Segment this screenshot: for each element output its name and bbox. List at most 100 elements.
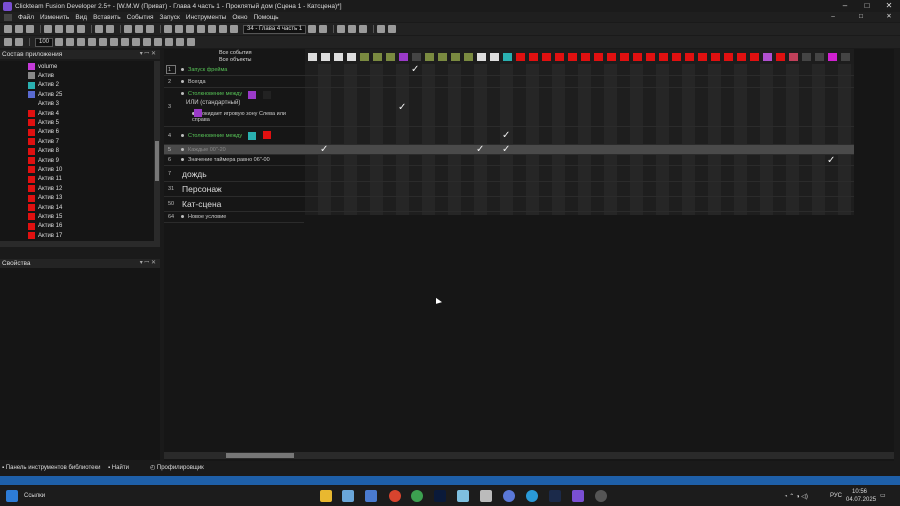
checkmark-icon[interactable]: ✓ [398,102,406,113]
event-condition[interactable]: Каждые 00"-20 [181,147,226,153]
tree-item[interactable]: Актив 12 [28,184,62,193]
clock-date[interactable]: 04.07.2025 [846,497,876,503]
tree-item[interactable]: Актив 2 [28,81,59,90]
event-editor[interactable]: Все события Все объекты 1 Запуск фрейма 2 В… [164,49,894,461]
object-column-icon[interactable] [386,53,395,61]
chrome-2-icon[interactable] [411,490,423,502]
tree-item[interactable]: Актив 10 [28,165,62,174]
horizontal-scroll-thumb[interactable] [226,453,294,458]
photoshop-icon[interactable] [434,490,446,502]
zoom-field[interactable]: 100 [35,37,54,47]
search-icon[interactable] [187,38,196,46]
fusion-icon[interactable] [572,490,584,502]
object-column-icon[interactable] [737,53,746,61]
object-column-icon[interactable] [698,53,707,61]
event-group-row[interactable]: 50 Кат-сцена [164,197,854,212]
window-icon[interactable] [348,25,357,33]
grid-icon[interactable] [219,25,227,33]
forward-icon[interactable] [146,25,154,33]
workspace-tree[interactable]: volume Актив Актив 2 Актив 25 Актив 3 Актив 4… [0,61,160,247]
tree-item[interactable]: Актив 4 [28,109,59,118]
text-a4-icon[interactable] [165,38,174,46]
bookmark-icon[interactable] [88,38,97,46]
discord-icon[interactable] [503,490,515,502]
open-folder-icon[interactable] [15,25,23,33]
text-a-icon[interactable] [121,38,130,46]
run-icon[interactable] [230,25,238,33]
menu-tools[interactable]: Инструменты [186,14,227,21]
event-editor-icon[interactable] [186,25,194,33]
object-column-icon[interactable] [776,53,785,61]
checkmark-icon[interactable]: ✓ [502,131,510,141]
cut-event-icon[interactable] [110,38,119,46]
library-toolbar-tab[interactable]: ▪ Панель инструментов библиотеки [2,463,100,473]
all-events-label[interactable]: Все события [219,50,252,56]
move-icon[interactable] [15,38,23,46]
checkmark-icon[interactable]: ✓ [476,145,484,155]
properties-panel-controls[interactable]: ▾ ꟷ ✕ [140,259,156,268]
storyboard-icon[interactable] [164,25,172,33]
object-column-icon[interactable] [607,53,616,61]
chrome-icon[interactable] [389,490,401,502]
event-group-row[interactable]: 31 Персонаж [164,182,854,197]
object-column-icon[interactable] [399,53,408,61]
event-group-row[interactable]: 7 дождь [164,167,854,182]
object-column-icon[interactable] [646,53,655,61]
checkmark-icon[interactable]: ✓ [827,155,835,166]
text-a2-icon[interactable] [132,38,141,46]
object-column-icon[interactable] [724,53,733,61]
all-objects-label[interactable]: Все объекты [219,57,251,63]
checkmark-icon[interactable]: ✓ [411,65,419,75]
event-condition[interactable]: покидает игровую зону Слева или справа [192,111,302,123]
object-column-icon[interactable] [568,53,577,61]
cut-icon-2[interactable] [154,38,163,46]
group-icon[interactable] [66,38,75,46]
event-row[interactable]: 6 Значение таймера равно 06"-00 [164,155,854,166]
frame-editor-icon[interactable] [175,25,183,33]
object-column-icon[interactable] [321,53,330,61]
object-column-icon[interactable] [516,53,525,61]
menu-run[interactable]: Запуск [159,14,179,21]
tree-item[interactable]: Актив [28,71,54,80]
object-column-icon[interactable] [308,53,317,61]
tree-item[interactable]: Актив 17 [28,231,62,240]
menu-help[interactable]: Помощь [253,14,278,21]
horizontal-scrollbar[interactable] [164,452,894,459]
profiler-tab[interactable]: ◴ Профилировщик [150,463,204,473]
inner-close-button[interactable]: ✕ [878,11,900,23]
object-column-icon[interactable] [594,53,603,61]
text-a3-icon[interactable] [143,38,152,46]
object-column-icon[interactable] [620,53,629,61]
object-column-icon[interactable] [477,53,486,61]
object-column-icon[interactable] [412,53,421,61]
delete-icon[interactable] [77,25,85,33]
clock-time[interactable]: 10:56 [852,489,867,495]
tray-icons[interactable]: ◔ ⌃ ◑ ◁) [784,493,808,500]
tree-item[interactable]: Актив 6 [28,128,59,137]
object-column-icon[interactable] [581,53,590,61]
tree-item[interactable]: Актив 25 [28,90,62,99]
workspace-panel-controls[interactable]: ▾ ꟷ ✕ [140,50,156,59]
menu-insert[interactable]: Вставить [93,14,121,21]
cut-icon[interactable] [44,25,52,33]
object-column-icon[interactable] [633,53,642,61]
tree-item[interactable]: Актив 16 [28,222,62,231]
data-elements-icon[interactable] [208,25,216,33]
telegram-icon[interactable] [526,490,538,502]
new-condition-row[interactable]: 64 Новое условие [164,213,304,223]
tree-item[interactable]: Актив 3 [28,100,59,109]
inner-restore-button[interactable]: □ [850,11,872,23]
object-column-icon[interactable] [542,53,551,61]
app-icon-3[interactable] [595,490,607,502]
object-column-icon[interactable] [763,53,772,61]
event-condition[interactable]: Значение таймера равно 06"-00 [181,157,270,163]
object-column-icon[interactable] [347,53,356,61]
object-column-icon[interactable] [464,53,473,61]
checkmark-icon[interactable]: ✓ [502,145,510,155]
menu-events[interactable]: События [127,14,154,21]
menu-file[interactable]: Файл [18,14,34,21]
object-column-icon[interactable] [672,53,681,61]
object-column-icon[interactable] [685,53,694,61]
object-column-icon[interactable] [828,53,837,61]
event-condition[interactable]: Столкновение между [181,133,242,139]
